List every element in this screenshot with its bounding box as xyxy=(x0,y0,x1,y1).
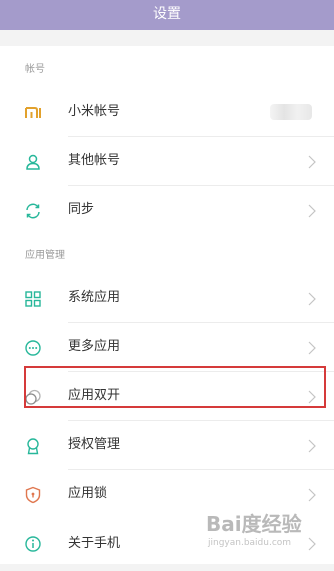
chevron-right-icon xyxy=(308,488,316,502)
baidu-jingyan-watermark: Bai度经验 jingyan.baidu.com xyxy=(206,506,334,558)
chevron-right-icon xyxy=(308,341,316,355)
row-label: 系统应用 xyxy=(68,290,121,305)
account-id-blurred xyxy=(270,104,312,120)
chevron-right-icon xyxy=(308,439,316,453)
title-bar: 设置 xyxy=(0,0,334,30)
row-label: 应用锁 xyxy=(68,486,108,501)
chevron-right-icon xyxy=(308,204,316,218)
row-label: 关于手机 xyxy=(68,536,121,551)
chevron-right-icon xyxy=(308,155,316,169)
person-icon xyxy=(26,154,40,170)
row-permission-management[interactable]: 授权管理 xyxy=(0,421,334,470)
row-other-accounts[interactable]: 其他帐号 xyxy=(0,137,334,186)
row-label: 其他帐号 xyxy=(68,153,121,168)
shield-lock-icon xyxy=(25,486,41,504)
section-header-account: 帐号 xyxy=(25,64,45,75)
watermark-logo-text: Bai度经验 xyxy=(206,512,302,536)
highlight-box xyxy=(24,366,326,408)
row-label: 同步 xyxy=(68,202,95,217)
row-label: 小米帐号 xyxy=(68,104,121,119)
mi-logo-icon xyxy=(25,107,41,118)
row-system-apps[interactable]: 系统应用 xyxy=(0,274,334,323)
row-mi-account[interactable]: 小米帐号 xyxy=(0,88,334,137)
row-sync[interactable]: 同步 xyxy=(0,186,334,235)
chevron-right-icon xyxy=(308,292,316,306)
info-icon xyxy=(25,536,41,552)
page-title: 设置 xyxy=(153,6,181,22)
watermark-url: jingyan.baidu.com xyxy=(208,538,292,548)
row-more-apps[interactable]: 更多应用 xyxy=(0,323,334,372)
account-section: 帐号 小米帐号 其他帐号 同步 xyxy=(0,46,334,235)
badge-icon xyxy=(27,438,39,455)
sync-icon xyxy=(26,203,40,219)
grid-icon xyxy=(25,291,41,307)
more-dots-icon xyxy=(25,340,41,356)
row-label: 更多应用 xyxy=(68,339,121,354)
section-header-apps: 应用管理 xyxy=(25,250,65,261)
row-label: 授权管理 xyxy=(68,437,121,452)
